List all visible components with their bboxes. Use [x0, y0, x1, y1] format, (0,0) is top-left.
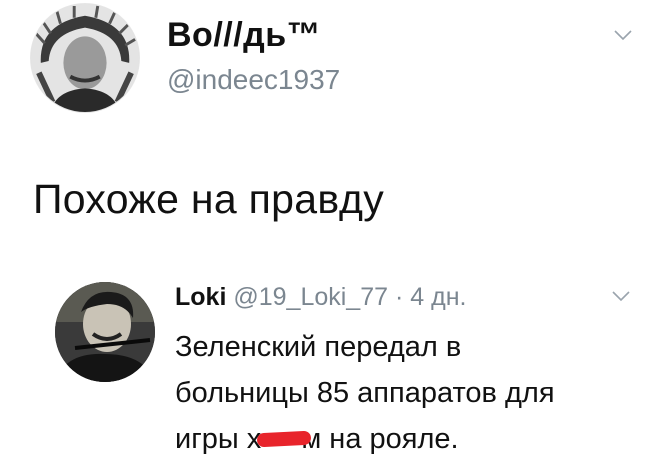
reply-text-fragment: м на рояле. [301, 423, 459, 455]
reply-author-handle[interactable]: @19_Loki_77 [233, 283, 388, 311]
reply-text-line: Зеленский передал в [175, 331, 462, 363]
profile-avatar-photo-icon[interactable] [55, 282, 155, 382]
censor-bar [256, 416, 312, 462]
censor-mark [256, 430, 312, 448]
reply-timestamp[interactable]: 4 дн. [410, 283, 466, 311]
reply-header: Loki @19_Loki_77 · 4 дн. [175, 283, 466, 312]
reply-author-name[interactable]: Loki [175, 283, 226, 311]
tweet-text: Похоже на правду [33, 176, 384, 222]
display-name[interactable]: Во///дь™ [167, 16, 321, 55]
chevron-down-icon[interactable] [610, 285, 632, 307]
chevron-down-icon[interactable] [612, 24, 634, 46]
meta-separator: · [394, 283, 404, 311]
reply-text-line: игры х м на рояле. [175, 416, 615, 462]
profile-avatar-portrait-icon[interactable] [30, 3, 140, 113]
reply-text-fragment: игры х [175, 423, 262, 455]
reply-text-line: больницы 85 аппаратов для [175, 377, 555, 409]
reply-text: Зеленский передал в больницы 85 аппарато… [175, 324, 615, 462]
user-handle[interactable]: @indeec1937 [167, 64, 340, 96]
